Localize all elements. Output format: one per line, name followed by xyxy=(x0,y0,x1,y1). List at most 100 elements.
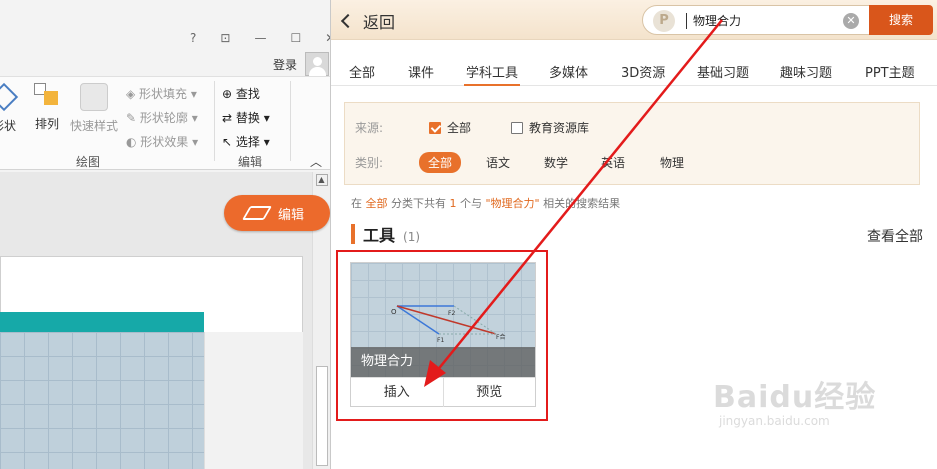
screenshot-root: ? ⊡ — ☐ ✕ 登录 形状 排列 快速样式 ◈ xyxy=(0,0,937,469)
back-label: 返回 xyxy=(363,13,396,32)
checkbox-unchecked-icon xyxy=(511,121,523,134)
summary-count: 1 xyxy=(449,197,457,210)
tab-courseware[interactable]: 课件 xyxy=(408,62,434,81)
quick-style-button[interactable]: 快速样式 xyxy=(70,83,118,134)
shape-button[interactable]: 形状 xyxy=(0,82,19,134)
shape-icon xyxy=(0,82,19,112)
category-all[interactable]: 全部 xyxy=(419,152,462,173)
shape-effect-button[interactable]: ◐ 形状效果 ▾ xyxy=(126,133,198,150)
label-f2: F2 xyxy=(448,310,455,317)
ribbon-divider xyxy=(214,81,215,161)
group-label-edit: 编辑 xyxy=(238,155,263,169)
help-icon[interactable]: ? xyxy=(190,31,196,45)
search-value: 物理合力 xyxy=(693,14,742,28)
preview-button[interactable]: 预览 xyxy=(442,378,536,407)
find-label: 查找 xyxy=(235,87,260,101)
summary-text: 在 xyxy=(351,197,362,210)
scroll-up-icon[interactable]: ▲ xyxy=(315,174,328,186)
watermark-main: Baidu经验 xyxy=(713,380,877,415)
login-link[interactable]: 登录 xyxy=(273,56,297,73)
label-f1: F1 xyxy=(437,337,444,344)
shape-label: 形状 xyxy=(0,119,17,133)
edit-button[interactable]: 编辑 xyxy=(224,195,330,231)
tab-all[interactable]: 全部 xyxy=(349,62,375,81)
collapse-ribbon-icon[interactable]: ︿ xyxy=(310,153,322,170)
tab-multimedia[interactable]: 多媒体 xyxy=(549,62,588,81)
group-label-draw: 绘图 xyxy=(76,155,101,169)
insert-button[interactable]: 插入 xyxy=(351,378,443,407)
summary-query: "物理合力" xyxy=(485,197,540,210)
shape-outline-button[interactable]: ✎ 形状轮廓 ▾ xyxy=(126,109,198,126)
label-resultant: F合 xyxy=(496,333,505,341)
source-all-checkbox[interactable]: 全部 xyxy=(429,119,471,136)
category-chinese[interactable]: 语文 xyxy=(486,154,510,171)
clear-search-icon[interactable]: ✕ xyxy=(843,13,859,29)
tool-thumbnail[interactable]: O F2 F1 F合 物理合力 xyxy=(351,263,535,377)
source-all-label: 全部 xyxy=(447,121,472,135)
tools-section-header: 工具 (1) xyxy=(351,222,420,246)
replace-button[interactable]: ⇄ 替换 ▾ xyxy=(222,109,270,126)
arrange-button[interactable]: 排列 xyxy=(34,83,60,132)
tab-subject-tools[interactable]: 学科工具 xyxy=(463,62,521,86)
ribbon-divider xyxy=(290,81,291,161)
quick-style-icon xyxy=(80,83,108,111)
section-count: (1) xyxy=(403,230,421,244)
category-label: 类别: xyxy=(355,156,384,170)
pencil-icon: ✎ xyxy=(126,111,140,125)
tool-card-title: 物理合力 xyxy=(351,347,535,377)
section-accent-bar xyxy=(351,224,355,244)
summary-text: 分类下共有 xyxy=(391,197,446,210)
category-math[interactable]: 数学 xyxy=(544,154,568,171)
back-button[interactable]: 返回 xyxy=(340,9,396,33)
select-label: 选择 xyxy=(235,135,260,149)
category-english[interactable]: 英语 xyxy=(601,154,625,171)
pen-icon xyxy=(241,206,273,220)
parallelogram-edge xyxy=(453,305,497,335)
find-button[interactable]: ⊕ 查找 xyxy=(222,85,260,102)
app-logo-icon: P xyxy=(653,10,675,32)
source-label: 来源: xyxy=(355,121,384,135)
shape-fill-label: 形状填充 xyxy=(139,87,188,101)
edit-button-label: 编辑 xyxy=(278,207,305,223)
resource-panel: 返回 P 物理合力 ✕ 搜索 全部 课件 学科工具 多媒体 3D资源 基础习题 … xyxy=(331,0,937,469)
category-tabs: 全部 课件 学科工具 多媒体 3D资源 基础习题 趣味习题 PPT主题 xyxy=(331,56,937,86)
watermark-sub: jingyan.baidu.com xyxy=(719,414,830,428)
force-vector-resultant xyxy=(396,305,497,335)
slide-header-bar xyxy=(0,312,204,332)
tool-card[interactable]: O F2 F1 F合 物理合力 插入 预览 xyxy=(350,262,536,407)
shape-effect-label: 形状效果 xyxy=(140,135,189,149)
checkbox-checked-icon xyxy=(429,121,441,134)
summary-text: 个与 xyxy=(460,197,482,210)
minimize-icon[interactable]: — xyxy=(254,31,266,45)
cursor-icon: ↖ xyxy=(222,135,236,149)
shape-outline-label: 形状轮廓 xyxy=(139,111,188,125)
tab-3d-resources[interactable]: 3D资源 xyxy=(621,62,665,81)
shape-fill-button[interactable]: ◈ 形状填充 ▾ xyxy=(126,85,197,102)
category-physics[interactable]: 物理 xyxy=(660,154,684,171)
section-title: 工具 xyxy=(363,226,396,245)
quick-style-label: 快速样式 xyxy=(70,119,119,133)
view-all-link[interactable]: 查看全部 xyxy=(867,226,923,246)
restore-ribbon-icon[interactable]: ⊡ xyxy=(220,31,230,45)
summary-scope: 全部 xyxy=(365,197,388,210)
avatar[interactable] xyxy=(305,52,329,76)
replace-label: 替换 xyxy=(235,111,260,125)
arrange-icon xyxy=(34,83,60,109)
maximize-icon[interactable]: ☐ xyxy=(290,31,301,45)
search-input[interactable]: P 物理合力 ✕ xyxy=(642,5,870,35)
arrange-label: 排列 xyxy=(34,117,59,131)
slide-side-panel xyxy=(204,332,303,469)
tab-ppt-themes[interactable]: PPT主题 xyxy=(865,62,915,81)
select-button[interactable]: ↖ 选择 ▾ xyxy=(222,133,270,150)
scrollbar-thumb[interactable] xyxy=(316,366,328,466)
tab-fun-exercises[interactable]: 趣味习题 xyxy=(780,62,832,81)
filter-box: 来源: 全部 教育资源库 类别: 全部 语文 数学 英语 物理 xyxy=(344,102,920,185)
label-origin: O xyxy=(391,308,397,316)
text-caret xyxy=(686,13,687,29)
office-app-window: ? ⊡ — ☐ ✕ 登录 形状 排列 快速样式 ◈ xyxy=(0,0,331,469)
tab-basic-exercises[interactable]: 基础习题 xyxy=(697,62,749,81)
search-button[interactable]: 搜索 xyxy=(869,5,933,35)
replace-icon: ⇄ xyxy=(222,111,236,125)
force-vector-f1 xyxy=(396,305,440,335)
source-library-checkbox[interactable]: 教育资源库 xyxy=(511,119,589,136)
